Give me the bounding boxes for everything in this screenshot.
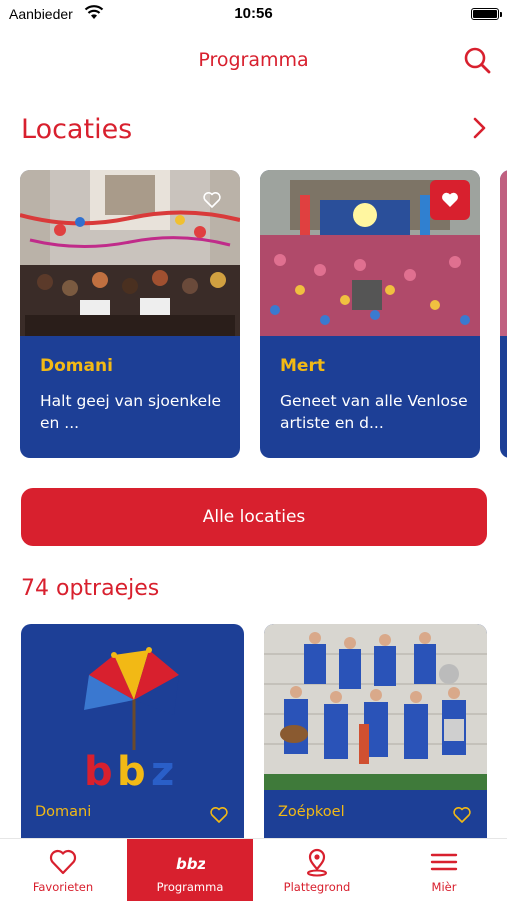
- location-card-peek[interactable]: [500, 170, 507, 458]
- tab-bar: Favorieten bbz Programma Plattegrond Miè…: [0, 838, 507, 901]
- svg-text:b: b: [117, 749, 146, 792]
- clock: 10:56: [234, 5, 273, 22]
- svg-text:b: b: [84, 749, 113, 792]
- all-locations-button[interactable]: Alle locaties: [21, 488, 487, 546]
- location-title: Mert: [280, 356, 325, 376]
- heart-icon: [49, 849, 77, 875]
- heart-outline-icon[interactable]: [452, 806, 472, 824]
- location-card-domani[interactable]: Domani Halt geej van sjoenkele en ...: [20, 170, 240, 458]
- locations-heading: Locaties: [21, 114, 133, 145]
- tab-programma[interactable]: bbz Programma: [127, 839, 253, 901]
- status-bar: Aanbieder 10:56: [0, 0, 507, 30]
- tab-favorieten[interactable]: Favorieten: [0, 839, 126, 901]
- svg-text:bbz: bbz: [176, 855, 205, 873]
- favorite-button[interactable]: [430, 180, 470, 220]
- location-description: Halt geej van sjoenkele en ...: [40, 392, 222, 432]
- band-photo: [264, 624, 487, 790]
- search-icon[interactable]: [462, 45, 492, 75]
- tab-label: Mièr: [431, 880, 457, 894]
- tab-label: Programma: [156, 880, 224, 894]
- location-title: Domani: [40, 356, 113, 376]
- heart-outline-icon[interactable]: [209, 806, 229, 824]
- tab-plattegrond[interactable]: Plattegrond: [254, 839, 380, 901]
- heart-outline-icon[interactable]: [202, 191, 222, 209]
- location-card-mert[interactable]: Mert Geneet van alle Venlose artiste en …: [260, 170, 480, 458]
- svg-text:z: z: [151, 749, 174, 792]
- bbz-logo-icon: bbz: [176, 855, 205, 873]
- performance-tile-domani[interactable]: b b z Domani: [21, 624, 244, 838]
- performances-heading: 74 optraejes: [21, 576, 160, 601]
- bbz-logo-image: b b z: [84, 647, 179, 792]
- performance-tile-zoepkoel[interactable]: Zoépkoel: [264, 624, 487, 838]
- battery-icon: [471, 8, 502, 20]
- tab-mier[interactable]: Mièr: [381, 839, 507, 901]
- performance-label: Zoépkoel: [278, 804, 345, 820]
- chevron-right-icon[interactable]: [470, 116, 488, 140]
- map-pin-icon: [307, 848, 327, 877]
- tab-label: Favorieten: [32, 880, 94, 894]
- location-description: Geneet van alle Venlose artiste en d...: [280, 392, 468, 432]
- page-title: Programma: [198, 49, 309, 71]
- performance-label: Domani: [35, 804, 92, 820]
- heart-filled-icon: [442, 192, 458, 207]
- tab-label: Plattegrond: [283, 880, 351, 894]
- menu-icon: [430, 853, 458, 871]
